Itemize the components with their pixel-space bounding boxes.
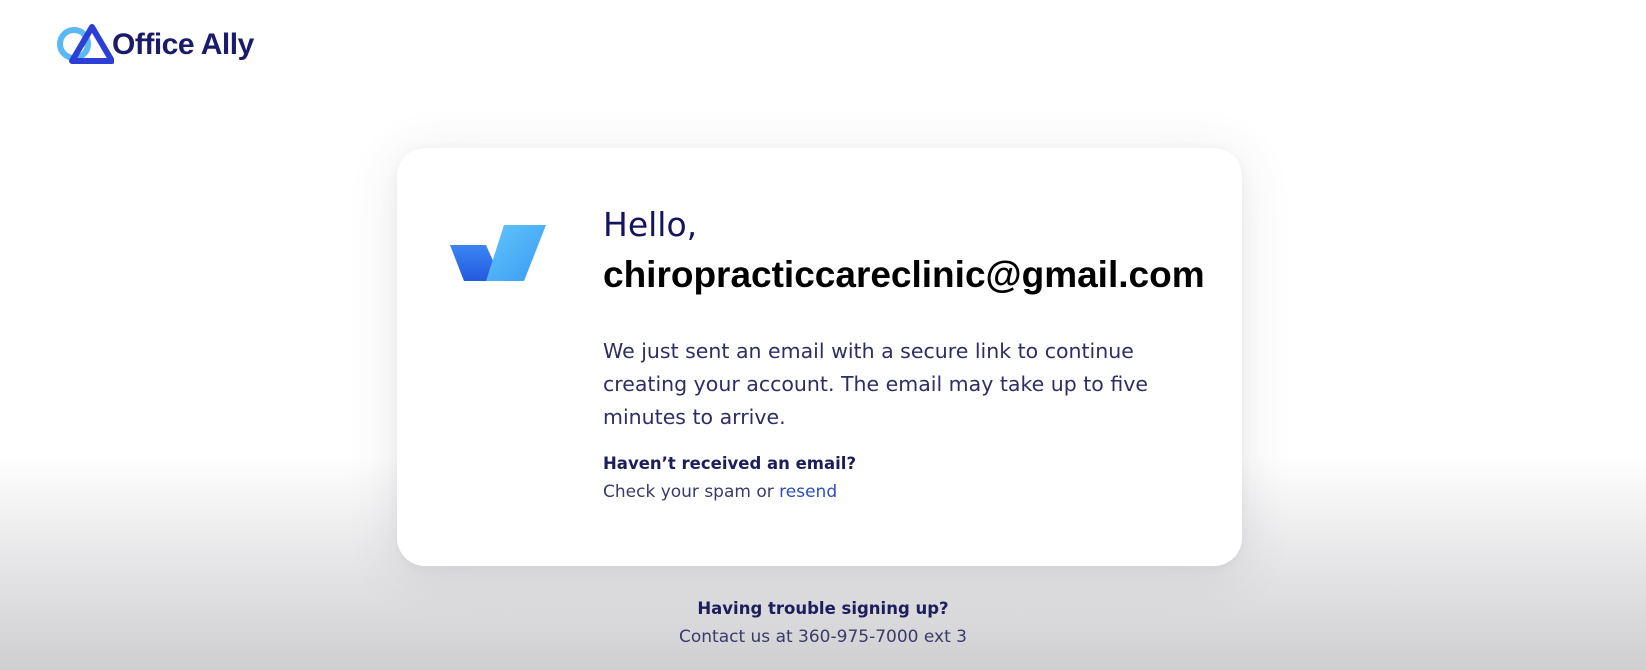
confirmation-message: We just sent an email with a secure link…: [603, 339, 1149, 429]
trouble-heading: Having trouble signing up?: [697, 599, 949, 618]
resend-link[interactable]: resend: [779, 482, 837, 502]
check-icon: [450, 225, 546, 281]
card-body: Hello, chiropracticcareclinic@gmail.com …: [603, 203, 1205, 504]
brand-name[interactable]: Office Ally: [112, 28, 254, 62]
greeting-heading: Hello,: [603, 205, 698, 244]
confirmation-card: Hello, chiropracticcareclinic@gmail.com …: [397, 148, 1242, 566]
contact-info: Contact us at 360-975-7000 ext 3: [678, 627, 967, 647]
office-ally-logo-icon[interactable]: [56, 24, 114, 64]
user-email: chiropracticcareclinic@gmail.com: [603, 254, 1205, 295]
not-received-heading: Haven’t received an email?: [603, 454, 857, 473]
spam-text: Check your spam or: [603, 482, 780, 502]
spam-resend-line: Check your spam or resend: [603, 480, 1203, 504]
footer: Having trouble signing up? Contact us at…: [0, 597, 1646, 649]
header: Office Ally: [56, 24, 254, 64]
